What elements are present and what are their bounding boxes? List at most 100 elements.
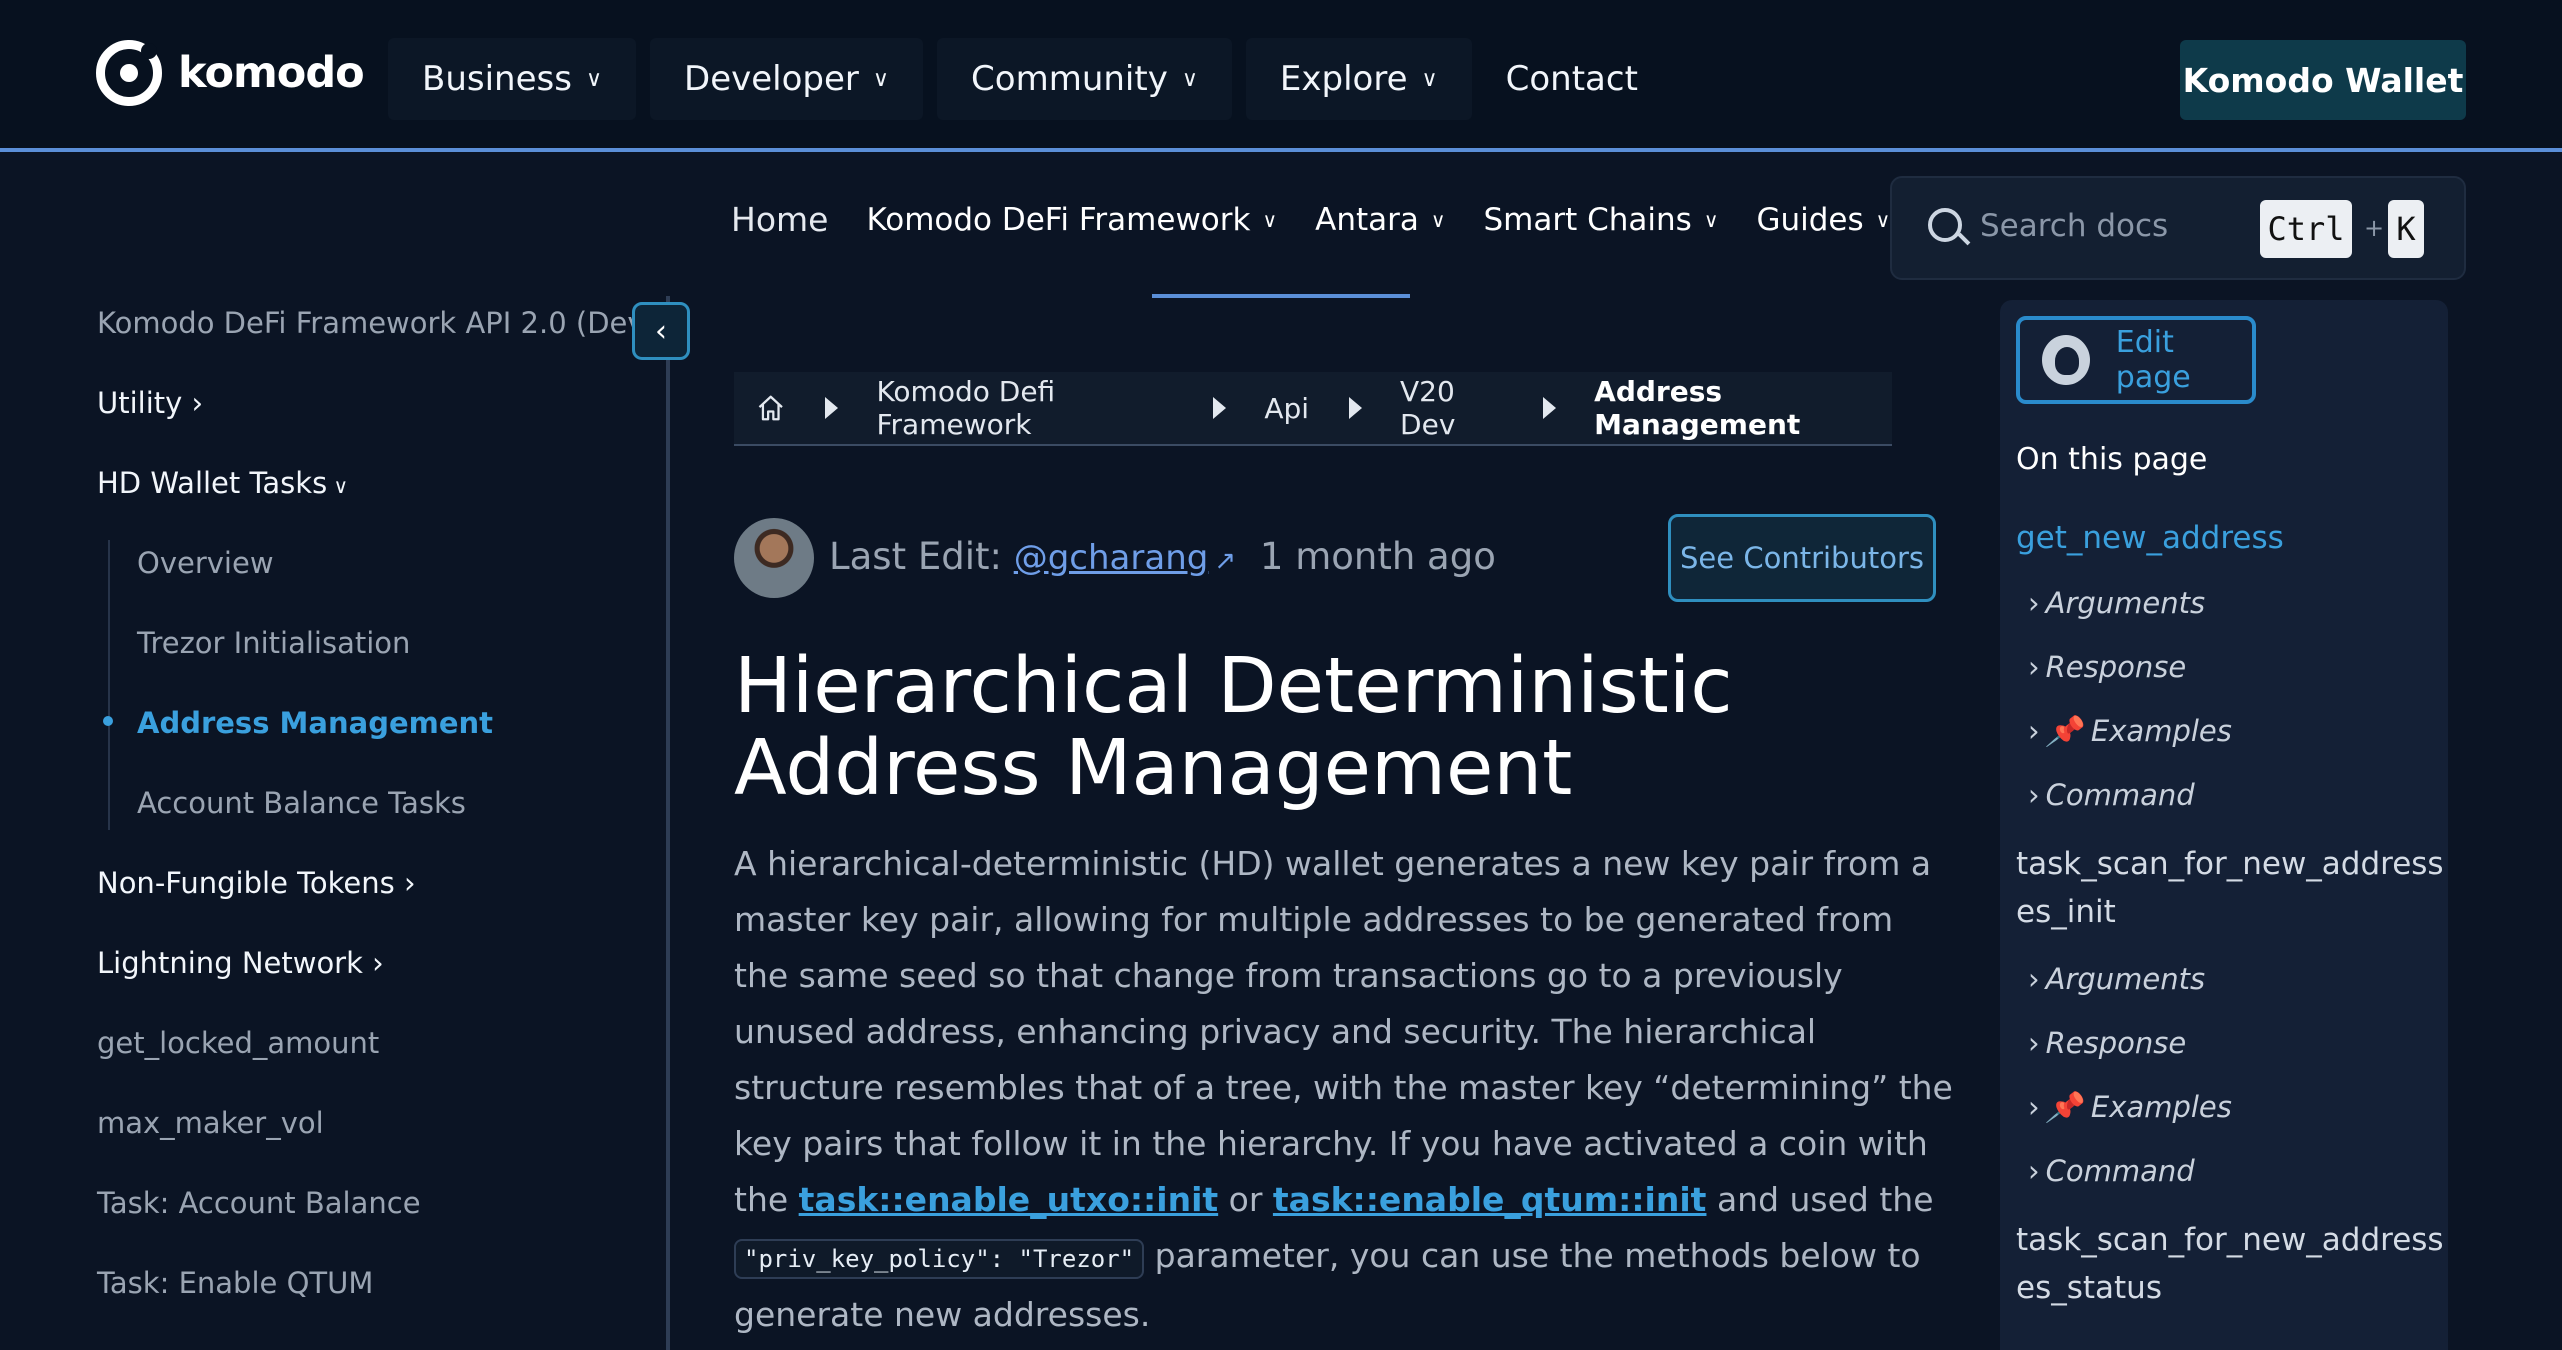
sidebar-divider bbox=[666, 296, 670, 1350]
search-placeholder: Search docs bbox=[1980, 208, 2169, 244]
komodo-wallet-button[interactable]: Komodo Wallet bbox=[2180, 40, 2466, 120]
docs-nav-antara-label: Antara bbox=[1315, 201, 1419, 238]
main-nav: Business ∨ Developer ∨ Community ∨ Explore ∨… bbox=[388, 38, 1658, 120]
breadcrumb-separator-icon bbox=[1543, 397, 1557, 419]
toc-subitem[interactable]: › Arguments bbox=[2028, 962, 2205, 996]
nav-contact[interactable]: Contact bbox=[1486, 38, 1658, 120]
chevron-right-icon: › bbox=[2028, 1026, 2040, 1060]
collapse-sidebar-button[interactable]: ‹ bbox=[632, 302, 690, 360]
chevron-down-icon: ∨ bbox=[1262, 207, 1278, 232]
chevron-down-icon: ∨ bbox=[1875, 207, 1891, 232]
nav-community[interactable]: Community ∨ bbox=[937, 38, 1232, 120]
search-docs-input[interactable]: Search docs Ctrl + K bbox=[1890, 176, 2466, 280]
chevron-right-icon: › bbox=[2028, 650, 2040, 684]
toc-subitem[interactable]: › Response bbox=[2028, 650, 2186, 684]
toc-subitem-label: 📌 Examples bbox=[2045, 714, 2232, 748]
breadcrumb-current: Address Management bbox=[1594, 375, 1801, 441]
toc-subitem[interactable]: › Command bbox=[2028, 1154, 2195, 1188]
toc-item-get-new-address[interactable]: get_new_address bbox=[2016, 514, 2436, 562]
intro-text: A hierarchical-deterministic (HD) wallet… bbox=[734, 844, 1953, 1219]
chevron-down-icon: ∨ bbox=[327, 474, 349, 498]
toc-subitem[interactable]: › Arguments bbox=[2028, 586, 2205, 620]
chevron-right-icon: › bbox=[2028, 1090, 2040, 1124]
kbd-k: K bbox=[2388, 200, 2424, 258]
author-link[interactable]: @gcharang bbox=[1014, 538, 1209, 578]
edit-page-label: Edit page bbox=[2115, 325, 2191, 395]
breadcrumb: Komodo Defi Framework Api V20 Dev Addres… bbox=[734, 372, 1892, 446]
komodo-logo[interactable]: komodo bbox=[96, 40, 365, 106]
sidebar-item-hd-wallet-tasks[interactable]: HD Wallet Tasks ∨ bbox=[97, 466, 348, 500]
submenu-guide-line bbox=[108, 540, 110, 830]
nav-explore-label: Explore bbox=[1279, 59, 1408, 99]
toc-subitem[interactable]: › Command bbox=[2028, 778, 2195, 812]
chevron-left-icon: ‹ bbox=[655, 313, 667, 349]
toc-subitem-label: 📌 Examples bbox=[2045, 1090, 2232, 1124]
chevron-down-icon: ∨ bbox=[872, 66, 890, 92]
sidebar-subitem-overview[interactable]: Overview bbox=[137, 546, 274, 580]
sidebar-item-api-2-dev[interactable]: Komodo DeFi Framework API 2.0 (Dev) bbox=[97, 306, 656, 340]
toc-item-scan-init[interactable]: task_scan_for_new_address es_init bbox=[2016, 840, 2444, 936]
sidebar-subitem-address-management[interactable]: Address Management bbox=[137, 706, 493, 740]
last-edit-time: 1 month ago bbox=[1259, 535, 1496, 578]
chevron-right-icon: › bbox=[182, 386, 204, 420]
docs-nav-smart-chains-label: Smart Chains bbox=[1483, 201, 1692, 238]
breadcrumb-item[interactable]: Api bbox=[1264, 392, 1309, 425]
sidebar-item-nft[interactable]: Non-Fungible Tokens › bbox=[97, 866, 416, 900]
sidebar-item-max-maker-vol[interactable]: max_maker_vol bbox=[97, 1106, 324, 1140]
chevron-right-icon: › bbox=[2028, 962, 2040, 996]
sidebar-item-hd-wallet-label: HD Wallet Tasks bbox=[97, 466, 328, 500]
author-avatar bbox=[734, 518, 814, 598]
breadcrumb-separator-icon bbox=[1213, 397, 1227, 419]
nav-explore[interactable]: Explore ∨ bbox=[1245, 38, 1472, 120]
komodo-logo-icon bbox=[96, 40, 162, 106]
docs-nav-antara[interactable]: Antara ∨ bbox=[1315, 202, 1445, 238]
home-icon[interactable] bbox=[756, 391, 785, 425]
intro-text: or bbox=[1218, 1180, 1273, 1219]
top-header: komodo Business ∨ Developer ∨ Community ∨ E… bbox=[0, 0, 2562, 152]
toc-subitem[interactable]: › 📌 Examples bbox=[2028, 1090, 2232, 1125]
breadcrumb-item[interactable]: Komodo Defi Framework bbox=[876, 375, 1173, 441]
priv-key-policy-code: "priv_key_policy": "Trezor" bbox=[734, 1239, 1145, 1279]
chevron-right-icon: › bbox=[362, 946, 384, 980]
toc-subitem-label: Response bbox=[2045, 650, 2187, 684]
intro-paragraph: A hierarchical-deterministic (HD) wallet… bbox=[734, 836, 1954, 1343]
sidebar-subitem-trezor[interactable]: Trezor Initialisation bbox=[137, 626, 410, 660]
left-sidebar: Komodo DeFi Framework API 2.0 (Dev) Util… bbox=[0, 296, 660, 1350]
breadcrumb-item[interactable]: V20 Dev bbox=[1400, 375, 1503, 441]
sidebar-subitem-account-balance[interactable]: Account Balance Tasks bbox=[137, 786, 466, 820]
edit-page-button[interactable]: Edit page bbox=[2016, 316, 2256, 404]
docs-nav-guides-label: Guides bbox=[1756, 201, 1864, 238]
toc-subitem-label: Arguments bbox=[2045, 962, 2206, 996]
breadcrumb-separator-icon bbox=[825, 397, 839, 419]
sidebar-item-task-account-balance[interactable]: Task: Account Balance bbox=[97, 1186, 421, 1220]
chevron-right-icon: › bbox=[2028, 714, 2040, 748]
docs-nav-home[interactable]: Home bbox=[731, 200, 828, 239]
toc-heading: On this page bbox=[2016, 442, 2208, 477]
active-nav-indicator bbox=[1152, 294, 1410, 298]
sidebar-item-task-enable-qtum[interactable]: Task: Enable QTUM bbox=[97, 1266, 373, 1300]
docs-nav-smart-chains[interactable]: Smart Chains ∨ bbox=[1484, 202, 1719, 238]
enable-utxo-link[interactable]: task::enable_utxo::init bbox=[799, 1180, 1219, 1219]
nav-business[interactable]: Business ∨ bbox=[388, 38, 637, 120]
toc-item-scan-status[interactable]: task_scan_for_new_address es_status bbox=[2016, 1216, 2444, 1312]
docs-nav-defi-framework[interactable]: Komodo DeFi Framework ∨ bbox=[866, 202, 1277, 238]
sidebar-item-get-locked-amount[interactable]: get_locked_amount bbox=[97, 1026, 379, 1060]
chevron-right-icon: › bbox=[394, 866, 416, 900]
toc-subitem[interactable]: › 📌 Examples bbox=[2028, 714, 2232, 749]
nav-developer-label: Developer bbox=[684, 59, 859, 99]
docs-nav-home-label: Home bbox=[731, 200, 829, 239]
page-title: Hierarchical Deterministic Address Manag… bbox=[734, 642, 1733, 813]
nav-developer[interactable]: Developer ∨ bbox=[650, 38, 924, 120]
sidebar-item-utility[interactable]: Utility › bbox=[97, 386, 203, 420]
docs-nav-guides[interactable]: Guides ∨ bbox=[1756, 202, 1890, 238]
toc-subitem-label: Command bbox=[2045, 1154, 2195, 1188]
kbd-plus: + bbox=[2364, 214, 2385, 242]
toc-subitem[interactable]: › Response bbox=[2028, 1026, 2186, 1060]
sidebar-item-lightning[interactable]: Lightning Network › bbox=[97, 946, 384, 980]
chevron-down-icon: ∨ bbox=[1181, 66, 1198, 92]
enable-qtum-link[interactable]: task::enable_qtum::init bbox=[1273, 1180, 1707, 1219]
chevron-down-icon: ∨ bbox=[1430, 207, 1446, 232]
table-of-contents: Edit page On this page get_new_address ›… bbox=[2000, 300, 2448, 1350]
chevron-right-icon: › bbox=[2028, 778, 2040, 812]
see-contributors-button[interactable]: See Contributors bbox=[1668, 514, 1936, 602]
